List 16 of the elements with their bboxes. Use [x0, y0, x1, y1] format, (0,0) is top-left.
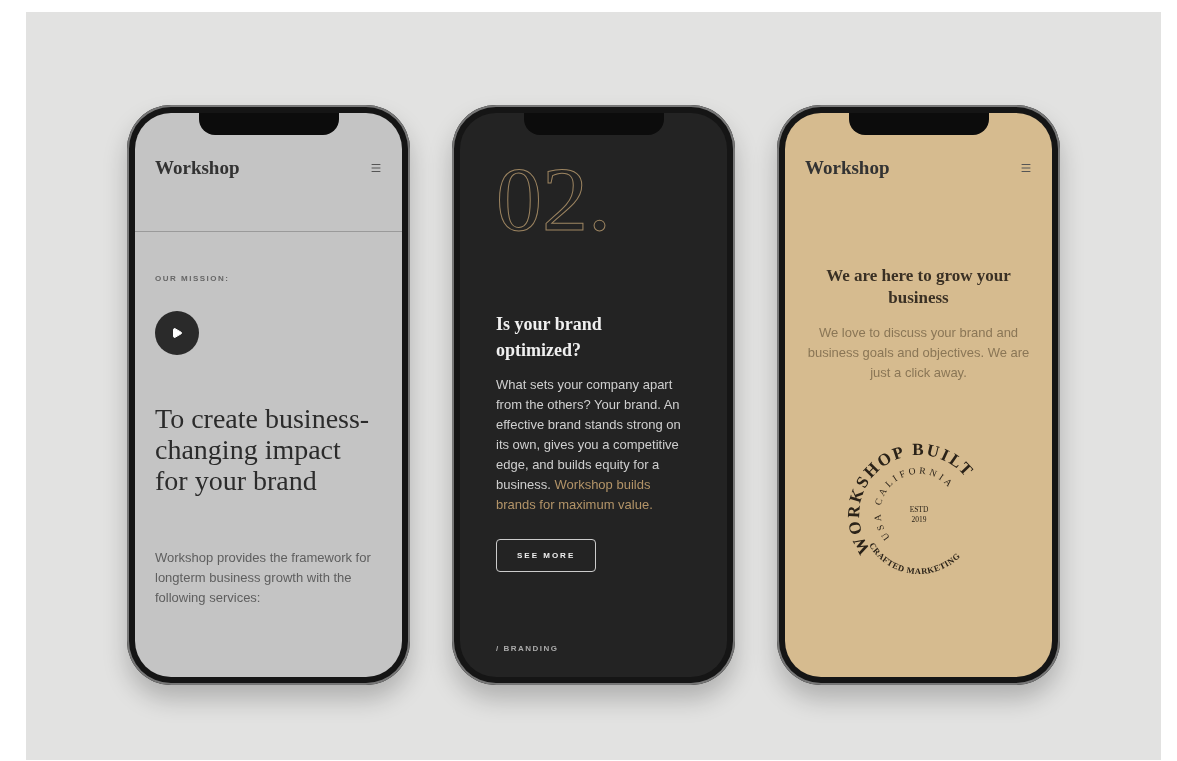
section-label: OUR MISSION:	[155, 274, 231, 283]
play-button[interactable]	[155, 311, 199, 355]
feature-heading: Is your brand optimized?	[496, 313, 603, 362]
contact-heading: We are here to grow your business	[825, 265, 1012, 309]
menu-icon[interactable]	[1020, 162, 1032, 174]
see-more-button[interactable]: SEE MORE	[496, 539, 597, 572]
menu-icon[interactable]	[370, 162, 382, 174]
play-icon	[171, 327, 183, 339]
brand-logo: Workshop	[155, 157, 240, 179]
brand-logo: Workshop	[805, 157, 890, 179]
feature-text: What sets your company apart from the others? Your brand. An effective brand stands strong on its own, gives you a competitive edge, and builds equity for a business. Workshop builds brands for maximum value.	[496, 376, 681, 514]
mission-text: Workshop provides the framework for longterm business growth with the following services:	[155, 549, 372, 607]
mission-heading: To create business-changing impact for your brand	[155, 403, 370, 496]
outline-number: 02.	[496, 153, 612, 245]
contact-text: We love to discuss your brand and business goals and objectives. We are just a click away.	[806, 324, 1031, 382]
category-label: / BRANDING	[496, 644, 560, 653]
